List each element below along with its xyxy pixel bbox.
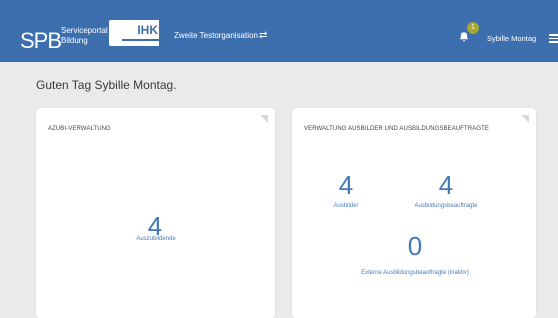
training-officers-count[interactable]: 4 bbox=[434, 170, 458, 201]
notification-count-badge: 1 bbox=[467, 22, 479, 34]
apprentices-label[interactable]: Auszubildende bbox=[117, 236, 195, 242]
trainers-count[interactable]: 4 bbox=[334, 170, 358, 201]
training-officers-label[interactable]: Ausbildungsbeauftragte bbox=[401, 203, 491, 209]
azubi-management-card[interactable]: AZUBI-VERWALTUNG 4 Auszubildende bbox=[36, 108, 275, 318]
page-greeting: Guten Tag Sybille Montag. bbox=[36, 78, 177, 92]
card-title: VERWALTUNG AUSBILDER UND AUSBILDUNGSBEAU… bbox=[304, 126, 489, 132]
brand-text: Serviceportal Bildung bbox=[61, 26, 108, 46]
card-corner-marker bbox=[521, 115, 529, 123]
brand-line-2: Bildung bbox=[61, 36, 88, 45]
organisation-switcher-label[interactable]: Zweite Testorganisation bbox=[174, 31, 258, 40]
external-training-officers-count[interactable]: 0 bbox=[403, 231, 427, 262]
card-corner-marker bbox=[260, 115, 268, 123]
hamburger-menu-icon[interactable] bbox=[549, 33, 558, 43]
trainers-label[interactable]: Ausbilder bbox=[319, 203, 373, 209]
bell-icon bbox=[459, 32, 469, 42]
notifications-button[interactable] bbox=[458, 31, 470, 45]
user-menu-name[interactable]: Sybille Montag bbox=[487, 34, 536, 43]
swap-icon[interactable]: ⇄ bbox=[259, 30, 267, 41]
ihk-underline bbox=[122, 39, 159, 41]
external-training-officers-label[interactable]: Externe Ausbildungsbeauftragte (inaktiv) bbox=[335, 270, 495, 276]
trainer-management-card[interactable]: VERWALTUNG AUSBILDER UND AUSBILDUNGSBEAU… bbox=[292, 108, 536, 318]
card-title: AZUBI-VERWALTUNG bbox=[48, 126, 111, 132]
brand-line-1: Serviceportal bbox=[61, 26, 108, 35]
spb-logo[interactable]: SPB bbox=[20, 28, 62, 54]
top-navigation-bar: SPB Serviceportal Bildung IHK Zweite Tes… bbox=[0, 0, 558, 62]
